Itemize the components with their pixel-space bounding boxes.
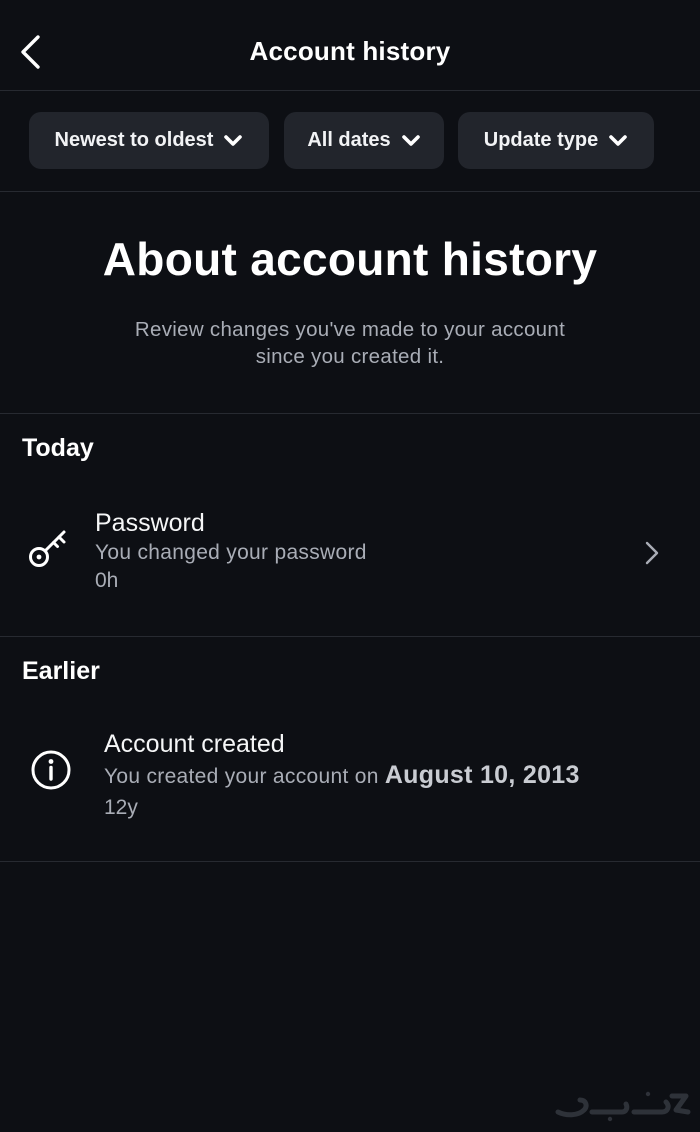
key-icon bbox=[26, 524, 72, 570]
info-icon bbox=[28, 747, 74, 793]
entry-age: 0h bbox=[95, 569, 119, 592]
chevron-down-icon bbox=[224, 134, 243, 146]
page-title: Account history bbox=[249, 36, 451, 66]
entry-subtitle-text: You created your account on bbox=[104, 765, 379, 788]
about-description-line-1: Review changes you've made to your accou… bbox=[134, 318, 566, 341]
date-range-filter[interactable]: All dates bbox=[284, 112, 444, 169]
chevron-right-icon bbox=[645, 541, 659, 565]
entry-subtitle: You created your account on August 10, 2… bbox=[104, 761, 580, 790]
entry-age: 12y bbox=[104, 796, 138, 819]
about-title: About account history bbox=[102, 233, 598, 285]
entry-subtitle: You changed your password bbox=[95, 541, 367, 564]
sort-order-filter[interactable]: Newest to oldest bbox=[29, 112, 269, 169]
chevron-down-icon bbox=[609, 134, 628, 146]
about-description: Review changes you've made to your accou… bbox=[90, 316, 610, 370]
section-earlier: Earlier Account created You created your… bbox=[0, 637, 700, 862]
watermark-logo bbox=[555, 1091, 691, 1122]
update-type-label: Update type bbox=[483, 129, 599, 151]
about-section: About account history Review changes you… bbox=[0, 192, 700, 414]
password-change-entry[interactable]: Password You changed your password 0h bbox=[0, 498, 700, 608]
top-bar: Account history bbox=[0, 0, 700, 91]
chevron-down-icon bbox=[401, 134, 420, 146]
date-range-label: All dates bbox=[307, 129, 391, 151]
entry-title: Password bbox=[95, 509, 205, 537]
section-today: Today Password You changed your password… bbox=[0, 414, 700, 637]
account-created-entry[interactable]: Account created You created your account… bbox=[0, 721, 700, 831]
section-heading-today: Today bbox=[22, 434, 94, 462]
entry-title: Account created bbox=[104, 730, 285, 758]
about-description-line-2: since you created it. bbox=[255, 345, 445, 368]
sort-order-label: Newest to oldest bbox=[54, 129, 214, 151]
account-created-date: August 10, 2013 bbox=[384, 761, 580, 789]
update-type-filter[interactable]: Update type bbox=[458, 112, 654, 169]
filter-bar: Newest to oldest All dates Update type bbox=[0, 91, 700, 192]
section-heading-earlier: Earlier bbox=[22, 657, 100, 685]
